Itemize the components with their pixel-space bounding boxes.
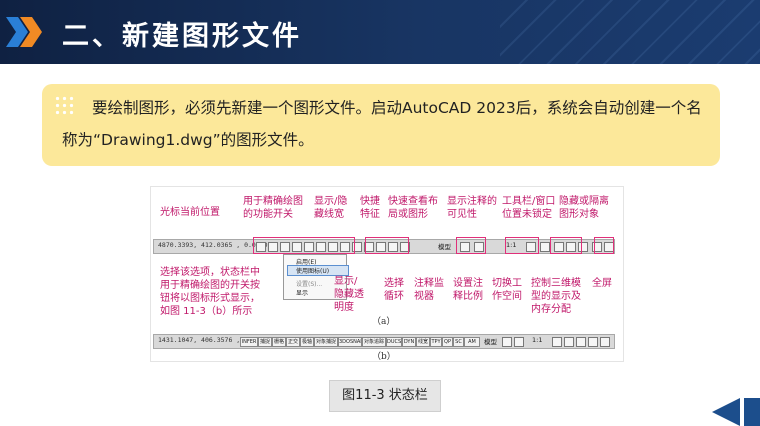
status-bar-b: 1431.1047, 406.3576 , 0.0000 INFER 捕捉 栅格…	[153, 334, 615, 349]
annotation-switch-workspace: 切换工作空间	[492, 278, 522, 302]
annotation-isolate-objects: 隐藏或隔离图形对象	[559, 196, 609, 220]
workspace-gear-icon-b[interactable]	[564, 337, 574, 347]
toggle-am[interactable]: AM	[464, 337, 480, 347]
highlight-fullscreen	[594, 237, 614, 254]
layout2-icon-b[interactable]	[514, 337, 524, 347]
sublabel-b: （b）	[372, 352, 396, 362]
page-title: 二、新建图形文件	[62, 21, 302, 52]
highlight-drawing-aids	[253, 237, 355, 254]
toggle-tpy[interactable]: TPY	[430, 337, 442, 347]
lock-icon-b[interactable]	[576, 337, 586, 347]
annotation-use-icons: 选择该选项，状态栏中用于精确绘图的开关按钮将以图标形式显示，如图 11-3（b）…	[160, 267, 260, 317]
toggle-lineweight[interactable]: 线宽	[416, 337, 430, 347]
toggle-ducs[interactable]: DUCS	[386, 337, 402, 347]
annotation-3d-display: 控制三维模型的显示及内存分配	[531, 278, 581, 315]
note-text: 要绘制图形，必须先新建一个图形文件。启动AutoCAD 2023后，系统会自动创…	[62, 99, 702, 149]
isolate-objects-icon-b[interactable]	[588, 337, 598, 347]
chevron-logo-icon	[6, 17, 42, 47]
menu-item-show[interactable]: 显示	[296, 288, 308, 297]
toggle-ortho[interactable]: 正交	[286, 337, 300, 347]
annotation-fullscreen: 全屏	[592, 278, 612, 289]
highlight-cycling	[365, 237, 409, 254]
toggle-dyn[interactable]: DYN	[402, 337, 416, 347]
figure-caption: 图11-3 状态栏	[329, 380, 441, 412]
auto-scale-icon[interactable]	[540, 242, 550, 252]
annotation-lineweight: 显示/隐藏线宽	[314, 196, 348, 220]
annotation-quick-view: 快速查看布局或图形	[388, 196, 438, 220]
toggle-sc[interactable]: SC	[453, 337, 464, 347]
annotation-lock-ui: 工具栏/窗口位置未锁定	[502, 196, 556, 220]
toggle-snap[interactable]: 捕捉	[258, 337, 272, 347]
fullscreen-icon-b[interactable]	[600, 337, 610, 347]
toggle-3dosnap[interactable]: 3DOSNAP	[338, 337, 362, 347]
layout-icon-b[interactable]	[502, 337, 512, 347]
annotation-annotation-monitor: 注释监视器	[414, 278, 444, 302]
highlight-workspace	[550, 237, 582, 254]
annotation-transparency: 显示/隐藏透明度	[334, 276, 364, 313]
highlight-layouts	[456, 237, 486, 254]
annotation-drawing-aids: 用于精确绘图的功能开关	[243, 196, 303, 220]
annotation-annotation-visibility: 显示注释的可见性	[447, 196, 497, 220]
toggle-osnap[interactable]: 对象捕捉	[314, 337, 338, 347]
header-decoration	[500, 0, 760, 64]
toggle-grid[interactable]: 栅格	[272, 337, 286, 347]
annotation-quick-properties: 快捷特征	[360, 196, 380, 220]
annotation-visibility-icon-b[interactable]	[552, 337, 562, 347]
slide-header: 二、新建图形文件	[0, 0, 760, 64]
annotation-annotation-scale: 设置注释比例	[453, 278, 483, 302]
model-tab-b[interactable]: 模型	[484, 336, 497, 346]
annotation-selection-cycling: 选择循环	[384, 278, 404, 302]
sublabel-a: （a）	[372, 317, 396, 327]
toggle-infer[interactable]: INFER	[240, 337, 258, 347]
toggle-qp[interactable]: QP	[442, 337, 453, 347]
toggle-polar[interactable]: 极轴	[300, 337, 314, 347]
annotation-cursor-position: 光标当前位置	[160, 207, 220, 218]
coordinates-readout: 4870.3393, 412.0365 , 0.0000	[158, 241, 268, 249]
highlight-scale	[505, 237, 539, 254]
next-page-arrow-icon[interactable]	[712, 398, 760, 426]
menu-item-settings[interactable]: 设置(S)...	[296, 279, 322, 288]
toggle-otrack[interactable]: 对象追踪	[362, 337, 386, 347]
model-tab[interactable]: 模型	[438, 241, 451, 251]
annotation-scale-b[interactable]: 1:1	[532, 336, 542, 344]
